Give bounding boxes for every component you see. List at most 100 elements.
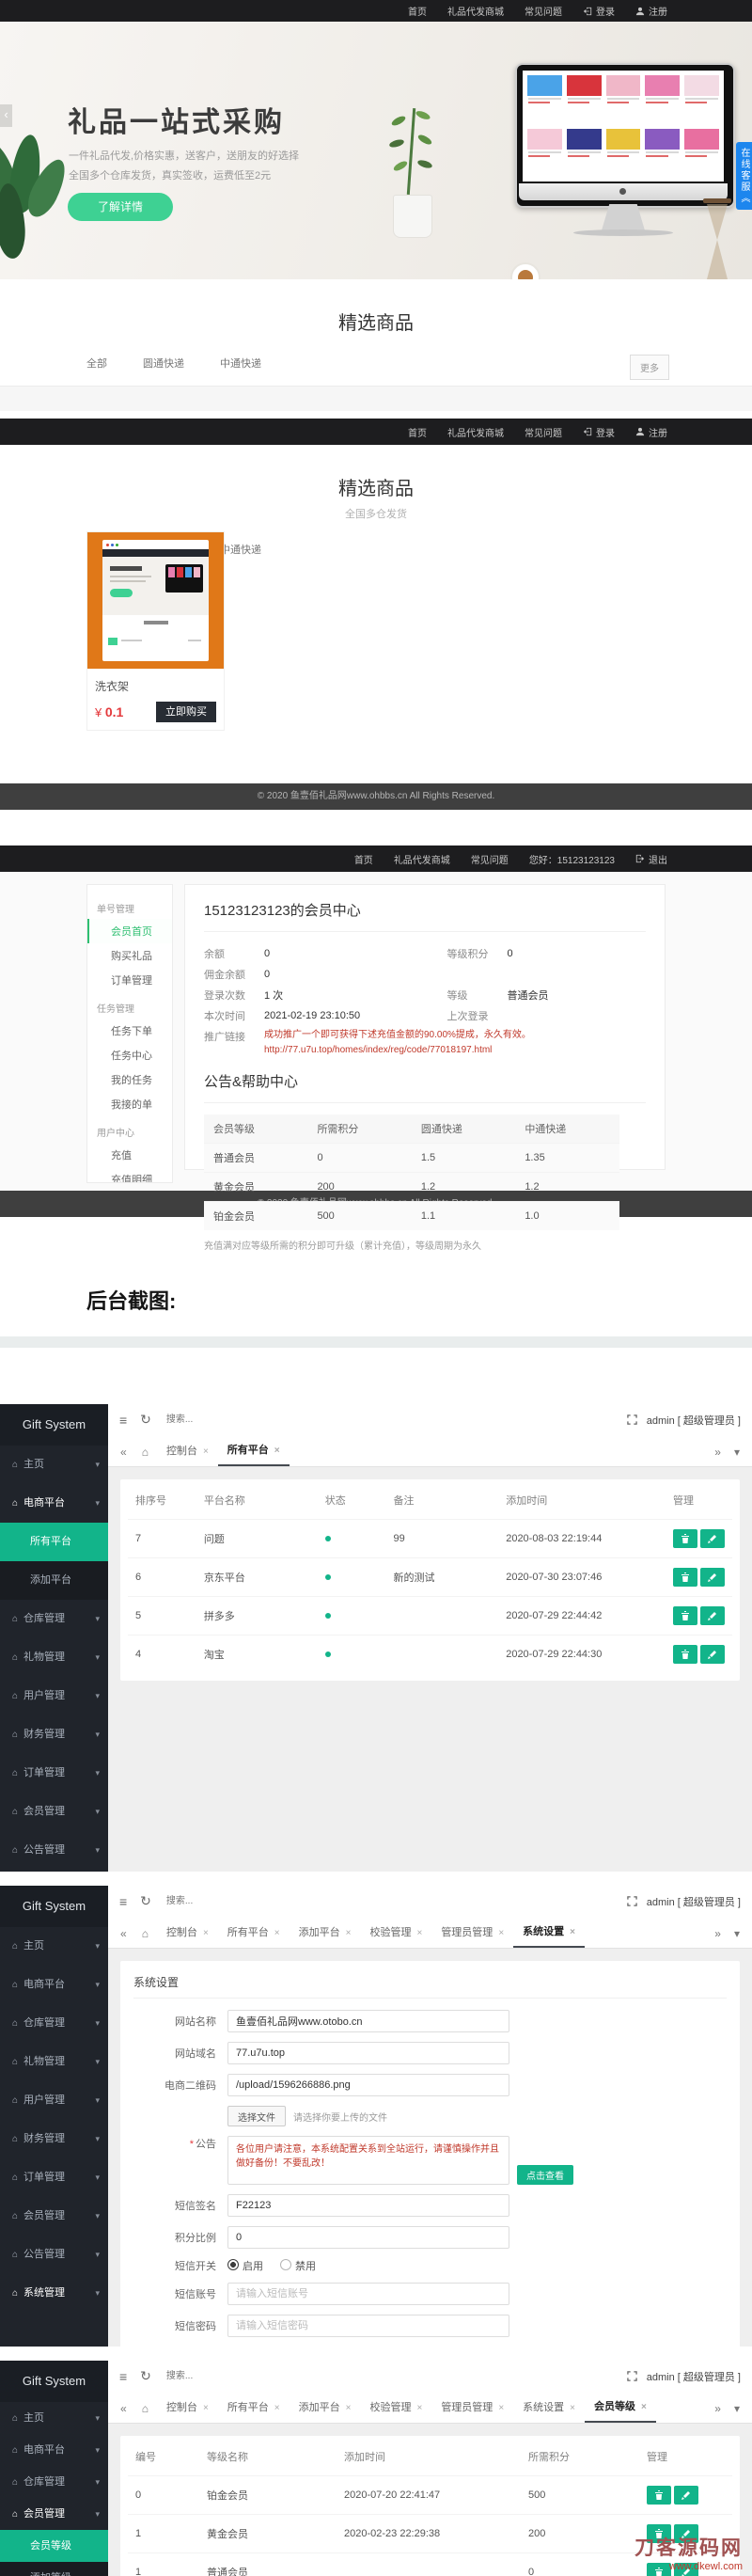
point-ratio-input[interactable] — [227, 2226, 509, 2249]
close-icon[interactable]: × — [498, 2394, 504, 2422]
search-input[interactable] — [164, 2370, 290, 2382]
sms-account-input[interactable] — [227, 2283, 509, 2305]
tabs-scroll-right[interactable]: » — [708, 2394, 728, 2423]
admin-sidebar-item[interactable]: ⌂主页▾ — [0, 2402, 108, 2434]
admin-tab[interactable]: 所有平台× — [218, 2394, 290, 2423]
menu-toggle-icon[interactable]: ≡ — [119, 2369, 127, 2384]
admin-sidebar-item[interactable]: ⌂会员管理▾ — [0, 2498, 108, 2530]
admin-tab[interactable]: 所有平台× — [218, 1437, 290, 1466]
close-icon[interactable]: × — [641, 2394, 647, 2421]
register-link[interactable]: 注册 — [635, 425, 667, 439]
close-icon[interactable]: × — [203, 2394, 209, 2422]
register-link[interactable]: 注册 — [635, 4, 667, 18]
nav-item[interactable]: 首页 — [354, 852, 373, 866]
tabs-scroll-left[interactable]: « — [114, 1438, 133, 1466]
admin-sidebar-item[interactable]: ⌂添加平台▾ — [0, 1561, 108, 1600]
radio-icon[interactable] — [227, 2259, 239, 2270]
refresh-icon[interactable]: ↻ — [140, 2368, 151, 2384]
admin-sidebar-item[interactable]: ⌂仓库管理▾ — [0, 2004, 108, 2043]
admin-sidebar-item[interactable]: ⌂系统管理▾ — [0, 2274, 108, 2313]
admin-sidebar-item[interactable]: ⌂财务管理▾ — [0, 2120, 108, 2158]
admin-tab[interactable]: 控制台× — [157, 2394, 218, 2423]
tabs-scroll-right[interactable]: » — [708, 1438, 728, 1466]
home-tab[interactable]: ⌂ — [133, 2394, 157, 2423]
admin-sidebar-item[interactable]: ⌂订单管理▾ — [0, 2158, 108, 2197]
member-sidebar-item[interactable]: 任务管理 — [87, 992, 172, 1019]
sms-sign-input[interactable] — [227, 2194, 509, 2217]
view-button[interactable]: 点击查看 — [517, 2165, 573, 2185]
search-input[interactable] — [164, 1895, 290, 1907]
admin-sidebar-item[interactable]: ⌂会员管理▾ — [0, 1793, 108, 1831]
admin-tab[interactable]: 管理员管理× — [431, 2394, 513, 2423]
admin-user[interactable]: admin [ 超级管理员 ] — [647, 2369, 741, 2384]
tabs-scroll-left[interactable]: « — [114, 1920, 133, 1948]
member-sidebar-item[interactable]: 我接的单 — [87, 1092, 172, 1116]
edit-button[interactable] — [700, 1568, 725, 1587]
login-link[interactable]: 登录 — [583, 425, 615, 439]
nav-item[interactable]: 礼品代发商城 — [447, 4, 504, 18]
close-icon[interactable]: × — [570, 2394, 575, 2422]
admin-sidebar-item[interactable]: ⌂财务管理▾ — [0, 1715, 108, 1754]
fullscreen-icon[interactable] — [627, 1414, 637, 1425]
online-service-tab[interactable]: 在线客服《 — [736, 142, 752, 210]
product-image[interactable] — [87, 532, 224, 669]
notice-textarea[interactable]: 各位用户请注意，本系统配置关系到全站运行，请谨慎操作并且做好备份！不要乱改！ — [227, 2136, 509, 2185]
member-sidebar-item[interactable]: 会员首页 — [87, 919, 172, 943]
admin-sidebar-item[interactable]: ⌂仓库管理▾ — [0, 1600, 108, 1638]
menu-toggle-icon[interactable]: ≡ — [119, 1413, 127, 1428]
tabs-menu-icon[interactable]: ▾ — [728, 2394, 746, 2423]
refresh-icon[interactable]: ↻ — [140, 1893, 151, 1909]
nav-item[interactable]: 常见问题 — [471, 852, 509, 866]
member-sidebar-item[interactable]: 我的任务 — [87, 1067, 172, 1092]
admin-sidebar-item[interactable]: ⌂所有平台▾ — [0, 1523, 108, 1561]
delete-button[interactable] — [673, 1529, 697, 1548]
choose-file-button[interactable]: 选择文件 — [227, 2106, 286, 2126]
member-sidebar-item[interactable]: 单号管理 — [87, 893, 172, 919]
admin-tab[interactable]: 系统设置× — [513, 1919, 585, 1948]
product-name[interactable]: 洗衣架 — [87, 669, 224, 694]
login-link[interactable]: 登录 — [583, 4, 615, 18]
close-icon[interactable]: × — [416, 1920, 422, 1947]
member-sidebar-item[interactable]: 任务中心 — [87, 1043, 172, 1067]
close-icon[interactable]: × — [346, 1920, 352, 1947]
delete-button[interactable] — [647, 2486, 671, 2505]
domain-input[interactable] — [227, 2042, 509, 2064]
member-sidebar-item[interactable]: 充值 — [87, 1143, 172, 1167]
radio-disable[interactable]: 禁用 — [280, 2258, 316, 2273]
admin-tab[interactable]: 控制台× — [157, 1437, 218, 1466]
sms-password-input[interactable] — [227, 2315, 509, 2337]
admin-sidebar-item[interactable]: ⌂电商平台▾ — [0, 1966, 108, 2004]
admin-tab[interactable]: 会员等级× — [585, 2394, 656, 2423]
member-sidebar-item[interactable]: 购买礼品 — [87, 943, 172, 968]
admin-sidebar-item[interactable]: ⌂主页▾ — [0, 1927, 108, 1966]
edit-button[interactable] — [674, 2486, 698, 2505]
tabs-menu-icon[interactable]: ▾ — [728, 1920, 746, 1948]
edit-button[interactable] — [700, 1529, 725, 1548]
qr-path-input[interactable] — [227, 2074, 509, 2096]
site-name-input[interactable] — [227, 2010, 509, 2032]
nav-item[interactable]: 常见问题 — [525, 425, 562, 439]
admin-sidebar-item[interactable]: ⌂会员管理▾ — [0, 2197, 108, 2236]
tabs-scroll-left[interactable]: « — [114, 2394, 133, 2423]
menu-toggle-icon[interactable]: ≡ — [119, 1894, 127, 1909]
edit-button[interactable] — [700, 1645, 725, 1664]
admin-sidebar-item[interactable]: ⌂主页▾ — [0, 1446, 108, 1484]
admin-sidebar-item[interactable]: ⌂仓库管理▾ — [0, 2466, 108, 2498]
courier-tab[interactable]: 中通快递 — [220, 356, 261, 371]
courier-tab[interactable]: 圆通快递 — [143, 356, 184, 371]
admin-tab[interactable]: 校验管理× — [360, 1919, 431, 1948]
courier-tab[interactable]: 全部 — [86, 356, 107, 371]
logout-link[interactable]: 退出 — [635, 852, 667, 866]
close-icon[interactable]: × — [570, 1919, 575, 1946]
admin-sidebar-item[interactable]: ⌂电商平台▾ — [0, 2434, 108, 2466]
promo-link[interactable]: http://77.u7u.top/homes/index/reg/code/7… — [264, 1043, 531, 1058]
admin-sidebar-item[interactable]: ⌂添加等级▾ — [0, 2562, 108, 2576]
close-icon[interactable]: × — [203, 1920, 209, 1947]
admin-tab[interactable]: 添加平台× — [290, 2394, 361, 2423]
buy-now-button[interactable]: 立即购买 — [156, 702, 216, 722]
admin-tab[interactable]: 管理员管理× — [431, 1919, 513, 1948]
member-sidebar-item[interactable]: 任务下单 — [87, 1019, 172, 1043]
close-icon[interactable]: × — [346, 2394, 352, 2422]
carousel-prev-arrow[interactable]: ‹ — [0, 104, 12, 127]
nav-item[interactable]: 首页 — [408, 4, 427, 18]
